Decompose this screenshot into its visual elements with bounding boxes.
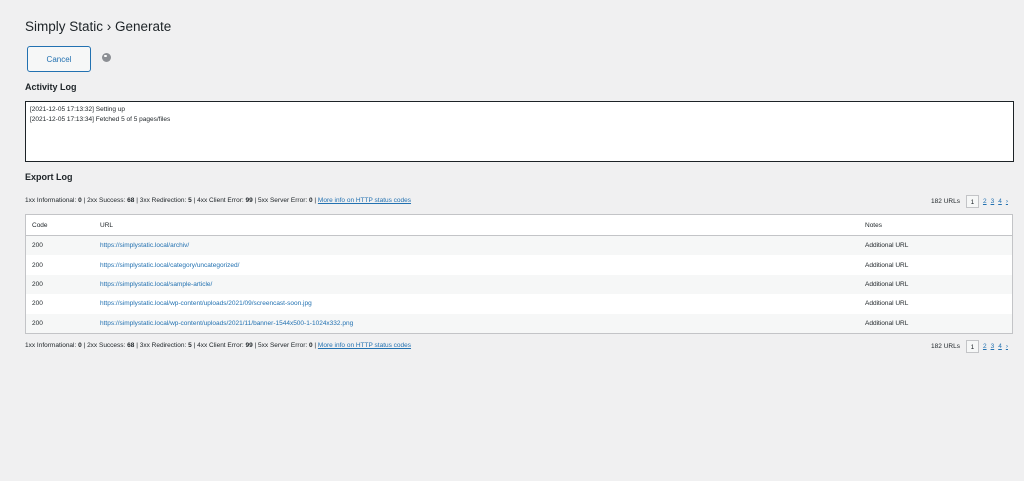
page-link-2[interactable]: 2: [983, 198, 987, 205]
table-row: 200 https://simplystatic.local/category/…: [26, 255, 1012, 274]
client-error-count: 99: [245, 197, 253, 204]
log-line: [2021-12-05 17:13:32] Setting up: [30, 106, 126, 113]
status-summary-bottom: 1xx Informational: 0 | 2xx Success: 68 |…: [25, 342, 412, 349]
table-row: 200 https://simplystatic.local/archiv/ A…: [26, 236, 1012, 256]
row-notes: Additional URL: [865, 261, 909, 269]
server-error-count: 0: [308, 342, 313, 349]
spinner-icon: [102, 53, 111, 62]
next-page-link[interactable]: ›: [1006, 343, 1008, 350]
log-line: [2021-12-05 17:13:34] Fetched 5 of 5 pag…: [30, 116, 171, 123]
page-title: Simply Static › Generate: [25, 19, 172, 34]
current-page: 1: [965, 195, 979, 208]
client-error-label: 4xx Client Error:: [197, 342, 244, 349]
success-count: 68: [127, 197, 135, 204]
redirection-label: 3xx Redirection:: [139, 342, 187, 349]
column-header-url: URL: [100, 221, 114, 229]
informational-label: 1xx Informational:: [25, 342, 77, 349]
page-link-4[interactable]: 4: [998, 198, 1002, 205]
row-url-link[interactable]: https://simplystatic.local/category/unca…: [100, 262, 239, 269]
export-log-table: Code URL Notes 200 https://simplystatic.…: [25, 214, 1013, 334]
page-link-3[interactable]: 3: [991, 198, 995, 205]
column-header-notes: Notes: [865, 221, 882, 229]
more-info-link[interactable]: More info on HTTP status codes: [318, 342, 411, 349]
url-count: 182 URLs: [931, 343, 960, 350]
server-error-label: 5xx Server Error:: [258, 197, 308, 204]
row-code: 200: [32, 319, 43, 327]
success-label: 2xx Success:: [87, 342, 126, 349]
redirection-count: 5: [188, 342, 192, 349]
redirection-label: 3xx Redirection:: [139, 197, 187, 204]
row-notes: Additional URL: [865, 280, 909, 288]
table-row: 200 https://simplystatic.local/wp-conten…: [26, 313, 1012, 333]
row-notes: Additional URL: [865, 242, 909, 250]
row-code: 200: [32, 242, 43, 250]
row-code: 200: [32, 300, 43, 308]
row-notes: Additional URL: [865, 300, 909, 308]
status-summary-top: 1xx Informational: 0 | 2xx Success: 68 |…: [25, 197, 412, 204]
success-label: 2xx Success:: [87, 197, 126, 204]
current-page: 1: [965, 340, 979, 353]
cancel-button[interactable]: Cancel: [27, 46, 91, 72]
pagination-bottom: 182 URLs 1 2 3 4 ›: [931, 340, 1012, 353]
client-error-count: 99: [245, 342, 253, 349]
server-error-label: 5xx Server Error:: [258, 342, 308, 349]
next-page-link[interactable]: ›: [1006, 198, 1008, 205]
row-url-link[interactable]: https://simplystatic.local/archiv/: [100, 242, 189, 249]
activity-log-title: Activity Log: [25, 82, 77, 92]
client-error-label: 4xx Client Error:: [197, 197, 244, 204]
page-link-4[interactable]: 4: [998, 343, 1002, 350]
table-row: 200 https://simplystatic.local/wp-conten…: [26, 294, 1012, 313]
column-header-code: Code: [32, 221, 48, 229]
informational-count: 0: [78, 342, 82, 349]
row-notes: Additional URL: [865, 319, 909, 327]
row-code: 200: [32, 280, 43, 288]
page-link-2[interactable]: 2: [983, 343, 987, 350]
informational-label: 1xx Informational:: [25, 197, 77, 204]
success-count: 68: [127, 342, 135, 349]
page-link-3[interactable]: 3: [991, 343, 995, 350]
activity-log-box[interactable]: [2021-12-05 17:13:32] Setting up [2021-1…: [25, 101, 1014, 162]
row-url-link[interactable]: https://simplystatic.local/wp-content/up…: [100, 300, 312, 307]
more-info-link[interactable]: More info on HTTP status codes: [318, 197, 411, 204]
table-header: Code URL Notes: [26, 215, 1012, 236]
informational-count: 0: [78, 197, 82, 204]
server-error-count: 0: [308, 197, 313, 204]
redirection-count: 5: [188, 197, 192, 204]
row-code: 200: [32, 261, 43, 269]
url-count: 182 URLs: [931, 198, 960, 205]
pagination-top: 182 URLs 1 2 3 4 ›: [931, 195, 1012, 208]
row-url-link[interactable]: https://simplystatic.local/wp-content/up…: [100, 320, 353, 327]
export-log-title: Export Log: [25, 172, 73, 182]
table-row: 200 https://simplystatic.local/sample-ar…: [26, 274, 1012, 295]
row-url-link[interactable]: https://simplystatic.local/sample-articl…: [100, 281, 212, 288]
